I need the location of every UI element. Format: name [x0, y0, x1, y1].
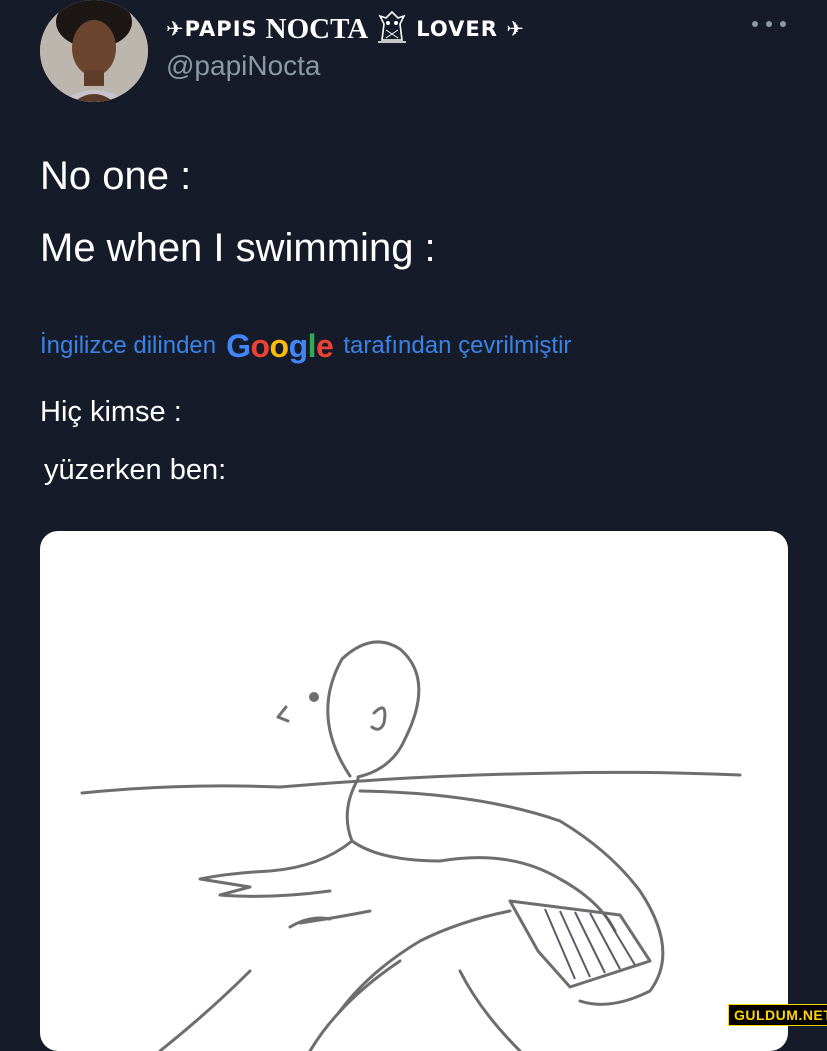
avatar-photo [40, 0, 148, 102]
tweet-text-line-1: No one : [40, 154, 192, 198]
tweet-text-line-2: Me when I swimming : [40, 226, 436, 270]
google-logo-letter: g [288, 327, 309, 364]
translated-text-line-2: yüzerken ben: [44, 454, 227, 486]
more-dots-icon[interactable] [752, 16, 786, 32]
user-handle[interactable]: @papiNocta [166, 50, 321, 82]
translation-prefix: İngilizce dilinden [40, 332, 217, 359]
display-name-suffix: LOVER ✈ [416, 17, 525, 41]
translation-suffix: tarafından çevrilmiştir [343, 332, 572, 359]
google-logo-letter: e [316, 327, 334, 364]
translated-text-line-1: Hiç kimse : [40, 396, 182, 428]
google-logo-letter: l [307, 327, 317, 364]
display-name[interactable]: ✈PAPIS NOCTA LOVER ✈ [166, 10, 525, 49]
watermark: GULDUM.NET [728, 1004, 827, 1026]
swimmer-drawing [80, 640, 742, 1051]
display-name-main: NOCTA [265, 12, 369, 45]
google-logo-letter: G [226, 327, 251, 364]
google-logo-letter: o [250, 327, 271, 364]
translation-attribution[interactable]: İngilizce dilinden Google tarafından çev… [40, 328, 571, 364]
avatar[interactable] [40, 0, 148, 102]
google-logo-letter: o [269, 327, 290, 364]
display-name-prefix: ✈PAPIS [166, 17, 258, 41]
google-logo: Google [226, 327, 334, 365]
owl-icon [376, 10, 408, 49]
tweet-image[interactable] [40, 531, 788, 1051]
